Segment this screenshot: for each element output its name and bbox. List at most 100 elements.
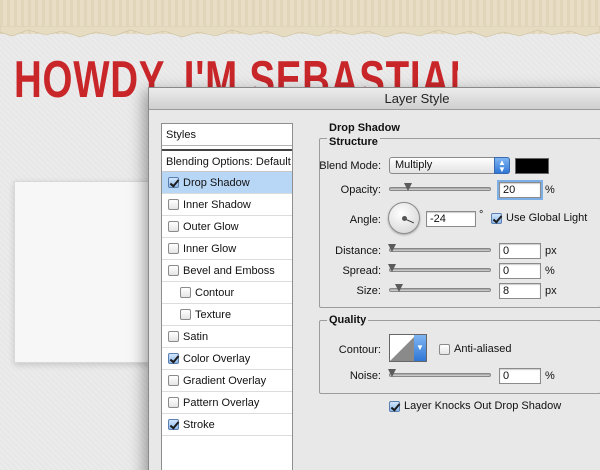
style-item-inner-glow[interactable]: Inner Glow <box>162 238 292 260</box>
size-label: Size: <box>356 285 381 297</box>
layer-style-dialog: Layer Style Styles Blending Options: Def… <box>148 87 600 470</box>
blend-mode-label: Blend Mode: <box>319 160 381 172</box>
opacity-unit: % <box>545 184 555 196</box>
style-item-checkbox[interactable] <box>168 353 179 364</box>
noise-slider-track <box>389 373 491 377</box>
spread-label: Spread: <box>342 265 381 277</box>
opacity-field[interactable]: 20 <box>497 180 543 200</box>
style-item-satin[interactable]: Satin <box>162 326 292 348</box>
style-item-checkbox[interactable] <box>180 309 191 320</box>
style-item-stroke[interactable]: Stroke <box>162 414 292 436</box>
style-item-label: Contour <box>195 286 235 299</box>
opacity-slider[interactable] <box>389 182 491 196</box>
angle-dial-hub <box>402 216 407 221</box>
styles-list: Styles Blending Options: Default Drop Sh… <box>161 123 293 470</box>
noise-slider-knob[interactable] <box>388 369 396 377</box>
style-item-checkbox[interactable] <box>180 287 191 298</box>
size-slider-knob[interactable] <box>395 284 403 292</box>
spread-slider-track <box>389 268 491 272</box>
style-item-checkbox[interactable] <box>168 375 179 386</box>
size-field[interactable]: 8 <box>499 283 541 299</box>
knocks-out-row[interactable]: Layer Knocks Out Drop Shadow <box>389 400 561 412</box>
opacity-label: Opacity: <box>340 184 381 196</box>
contour-dropdown-icon[interactable]: ▼ <box>414 335 426 361</box>
spread-field[interactable]: 0 <box>499 263 541 279</box>
select-stepper-icon: ▲ ▼ <box>494 157 510 174</box>
style-item-label: Inner Shadow <box>183 198 251 211</box>
style-item-drop-shadow[interactable]: Drop Shadow <box>162 172 292 194</box>
size-unit: px <box>545 285 557 297</box>
style-item-label: Gradient Overlay <box>183 374 267 387</box>
style-item-label: Stroke <box>183 418 215 431</box>
style-item-inner-shadow[interactable]: Inner Shadow <box>162 194 292 216</box>
style-item-checkbox[interactable] <box>168 265 179 276</box>
style-item-texture[interactable]: Texture <box>162 304 292 326</box>
angle-unit: ° <box>479 209 484 221</box>
contour-picker[interactable]: ▼ <box>389 334 427 362</box>
noise-unit: % <box>545 370 555 382</box>
size-slider[interactable] <box>389 283 491 297</box>
style-item-gradient-overlay[interactable]: Gradient Overlay <box>162 370 292 392</box>
spread-slider-knob[interactable] <box>388 264 396 272</box>
structure-title: Structure <box>327 136 380 148</box>
anti-aliased-checkbox[interactable] <box>439 343 450 355</box>
style-item-label: Bevel and Emboss <box>183 264 275 277</box>
style-item-contour[interactable]: Contour <box>162 282 292 304</box>
spread-unit: % <box>545 265 555 277</box>
angle-label: Angle: <box>349 214 381 226</box>
quality-group <box>319 320 600 394</box>
noise-field[interactable]: 0 <box>499 368 541 384</box>
knocks-out-checkbox[interactable] <box>389 400 400 412</box>
style-item-label: Texture <box>195 308 232 321</box>
distance-slider[interactable] <box>388 243 491 257</box>
distance-unit: px <box>545 245 557 257</box>
dialog-titlebar[interactable]: Layer Style <box>149 88 600 110</box>
style-item-checkbox[interactable] <box>168 221 179 232</box>
distance-label: Distance: <box>335 245 381 257</box>
contour-label: Contour: <box>338 344 381 356</box>
anti-aliased-label: Anti-aliased <box>454 343 512 355</box>
style-item-label: Color Overlay <box>183 352 251 365</box>
quality-title: Quality <box>327 314 369 326</box>
style-item-checkbox[interactable] <box>168 199 179 210</box>
styles-header[interactable]: Styles <box>162 124 292 146</box>
use-global-light-checkbox[interactable] <box>491 212 502 224</box>
background-card <box>14 181 160 363</box>
spread-slider[interactable] <box>388 263 491 277</box>
style-item-label: Satin <box>183 330 209 343</box>
torn-paper-edge <box>0 26 600 38</box>
style-item-checkbox[interactable] <box>168 397 179 408</box>
style-item-checkbox[interactable] <box>168 419 179 430</box>
style-item-pattern-overlay[interactable]: Pattern Overlay <box>162 392 292 414</box>
style-item-label: Inner Glow <box>183 242 237 255</box>
contour-curve-icon <box>390 335 416 361</box>
anti-aliased-row[interactable]: Anti-aliased <box>439 343 511 355</box>
style-item-checkbox[interactable] <box>168 331 179 342</box>
angle-dial[interactable] <box>388 202 420 234</box>
angle-field[interactable]: -24 <box>426 211 476 227</box>
blend-mode-select[interactable]: Multiply ▲ ▼ <box>389 157 510 174</box>
style-item-checkbox[interactable] <box>168 243 179 254</box>
distance-slider-track <box>389 248 491 252</box>
noise-slider[interactable] <box>388 368 491 382</box>
knocks-out-label: Layer Knocks Out Drop Shadow <box>404 400 562 412</box>
opacity-slider-knob[interactable] <box>404 183 412 191</box>
style-item-label: Outer Glow <box>183 220 239 233</box>
style-item-label: Drop Shadow <box>183 176 250 189</box>
blending-options-item[interactable]: Blending Options: Default <box>162 149 292 172</box>
use-global-light-row[interactable]: Use Global Light <box>491 212 587 224</box>
noise-label: Noise: <box>349 370 381 382</box>
style-item-outer-glow[interactable]: Outer Glow <box>162 216 292 238</box>
distance-field[interactable]: 0 <box>499 243 541 259</box>
style-item-label: Pattern Overlay <box>183 396 260 409</box>
drop-shadow-section-title: Drop Shadow <box>329 122 400 134</box>
style-item-bevel-and-emboss[interactable]: Bevel and Emboss <box>162 260 292 282</box>
style-item-checkbox[interactable] <box>168 177 179 188</box>
shadow-color-swatch[interactable] <box>515 158 549 174</box>
style-item-color-overlay[interactable]: Color Overlay <box>162 348 292 370</box>
dialog-title: Layer Style <box>384 91 450 106</box>
blend-mode-value: Multiply <box>395 159 433 171</box>
use-global-light-label: Use Global Light <box>506 212 588 224</box>
distance-slider-knob[interactable] <box>388 244 396 252</box>
size-slider-track <box>389 288 491 292</box>
